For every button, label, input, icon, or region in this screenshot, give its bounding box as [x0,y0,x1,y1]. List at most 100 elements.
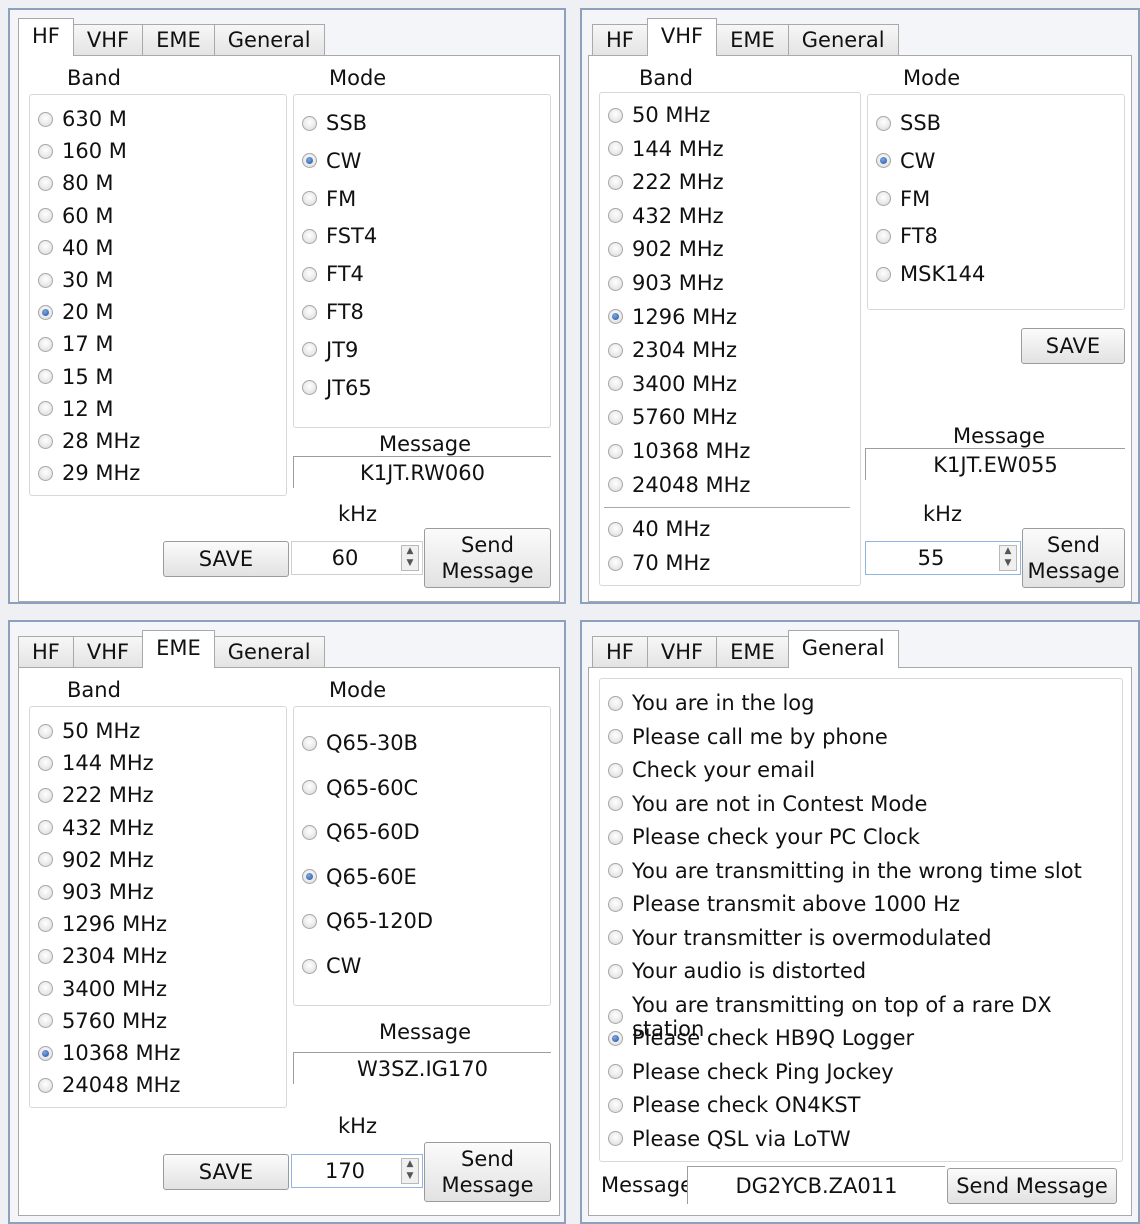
radio-option[interactable]: 10368 MHz [38,1041,180,1065]
radio-option[interactable]: Check your email [608,758,815,782]
radio-option[interactable]: 80 M [38,171,114,195]
send-message-button[interactable]: Send Message [424,1142,551,1202]
radio-unchecked-icon[interactable] [876,115,891,131]
radio-option[interactable]: Please check HB9Q Logger [608,1026,914,1050]
radio-unchecked-icon[interactable] [38,369,53,385]
message-field[interactable]: W3SZ.IG170 [293,1052,551,1084]
radio-checked-icon[interactable] [876,153,891,169]
spin-down-icon[interactable]: ▼ [402,1171,418,1183]
radio-option[interactable]: Please check Ping Jockey [608,1060,894,1084]
radio-option[interactable]: 1296 MHz [608,305,737,329]
radio-option[interactable]: 902 MHz [608,237,724,261]
tab-eme[interactable]: EME [142,630,215,668]
tab-eme[interactable]: EME [142,24,215,56]
spin-up-icon[interactable]: ▲ [1000,546,1016,558]
radio-unchecked-icon[interactable] [608,829,623,845]
radio-unchecked-icon[interactable] [608,896,623,912]
radio-unchecked-icon[interactable] [608,241,623,257]
spin-arrows[interactable]: ▲ ▼ [401,1158,419,1184]
spin-up-icon[interactable]: ▲ [402,546,418,558]
radio-option[interactable]: 222 MHz [38,783,154,807]
radio-unchecked-icon[interactable] [608,342,623,358]
radio-option[interactable]: 40 MHz [608,517,710,541]
radio-option[interactable]: Please check your PC Clock [608,825,920,849]
radio-option[interactable]: 5760 MHz [608,405,737,429]
radio-unchecked-icon[interactable] [608,141,623,157]
radio-unchecked-icon[interactable] [302,115,317,131]
radio-option[interactable]: Please call me by phone [608,725,888,749]
message-field[interactable]: DG2YCB.ZA011 [687,1166,945,1204]
radio-unchecked-icon[interactable] [38,465,53,481]
radio-unchecked-icon[interactable] [38,240,53,256]
radio-unchecked-icon[interactable] [608,409,623,425]
radio-checked-icon[interactable] [302,869,317,885]
radio-unchecked-icon[interactable] [608,208,623,224]
spin-down-icon[interactable]: ▼ [402,558,418,570]
radio-unchecked-icon[interactable] [38,820,53,836]
radio-unchecked-icon[interactable] [608,376,623,392]
radio-option[interactable]: 222 MHz [608,170,724,194]
radio-option[interactable]: 50 MHz [38,719,140,743]
radio-unchecked-icon[interactable] [38,336,53,352]
radio-unchecked-icon[interactable] [608,1097,623,1113]
radio-option[interactable]: CW [302,954,361,978]
tab-general[interactable]: General [787,24,899,56]
radio-option[interactable]: FM [876,187,930,211]
radio-unchecked-icon[interactable] [38,208,53,224]
radio-option[interactable]: 50 MHz [608,103,710,127]
khz-spinbox[interactable]: 55 ▲ ▼ [865,541,1021,575]
radio-option[interactable]: Please check ON4KST [608,1093,861,1117]
radio-option[interactable]: 903 MHz [38,880,154,904]
send-message-button[interactable]: Send Message [424,528,551,588]
radio-unchecked-icon[interactable] [608,863,623,878]
spin-arrows[interactable]: ▲ ▼ [401,545,419,571]
radio-option[interactable]: FT4 [302,262,364,286]
radio-unchecked-icon[interactable] [302,735,317,751]
save-button[interactable]: SAVE [1021,328,1125,364]
radio-checked-icon[interactable] [38,1045,53,1061]
radio-unchecked-icon[interactable] [302,913,317,929]
radio-option[interactable]: Q65-60C [302,776,418,800]
khz-spinbox[interactable]: 60 ▲ ▼ [291,541,423,575]
radio-option[interactable]: Q65-60D [302,820,420,844]
radio-option[interactable]: 5760 MHz [38,1009,167,1033]
radio-option[interactable]: FST4 [302,224,377,248]
save-button[interactable]: SAVE [163,1154,289,1190]
radio-unchecked-icon[interactable] [608,555,623,571]
radio-unchecked-icon[interactable] [876,266,891,282]
radio-unchecked-icon[interactable] [608,174,623,190]
tab-hf[interactable]: HF [18,18,74,56]
radio-option[interactable]: 144 MHz [608,137,724,161]
radio-unchecked-icon[interactable] [38,433,53,449]
radio-unchecked-icon[interactable] [302,191,317,207]
tab-vhf[interactable]: VHF [646,18,718,56]
radio-unchecked-icon[interactable] [608,762,623,778]
radio-option[interactable]: 40 M [38,236,114,260]
radio-unchecked-icon[interactable] [302,824,317,840]
radio-unchecked-icon[interactable] [608,275,623,291]
radio-option[interactable]: JT65 [302,376,372,400]
radio-option[interactable]: 3400 MHz [38,977,167,1001]
radio-unchecked-icon[interactable] [38,852,53,868]
radio-option[interactable]: Q65-30B [302,731,418,755]
radio-option[interactable]: 630 M [38,107,127,131]
radio-option[interactable]: Q65-120D [302,909,433,933]
radio-unchecked-icon[interactable] [38,175,53,191]
tab-hf[interactable]: HF [592,636,648,668]
radio-unchecked-icon[interactable] [608,477,623,493]
spin-up-icon[interactable]: ▲ [402,1159,418,1171]
radio-unchecked-icon[interactable] [608,729,623,744]
radio-option[interactable]: SSB [876,111,941,135]
radio-option[interactable]: 30 M [38,268,114,292]
tab-hf[interactable]: HF [18,636,74,668]
tab-vhf[interactable]: VHF [72,24,144,56]
radio-unchecked-icon[interactable] [876,228,891,244]
khz-spinbox[interactable]: 170 ▲ ▼ [291,1154,423,1188]
radio-unchecked-icon[interactable] [302,266,317,282]
message-field[interactable]: K1JT.RW060 [293,456,551,488]
radio-option[interactable]: 10368 MHz [608,439,750,463]
radio-checked-icon[interactable] [38,304,53,320]
send-message-button[interactable]: Send Message [947,1168,1117,1204]
radio-option[interactable]: 432 MHz [608,204,724,228]
radio-option[interactable]: You are not in Contest Mode [608,792,927,816]
